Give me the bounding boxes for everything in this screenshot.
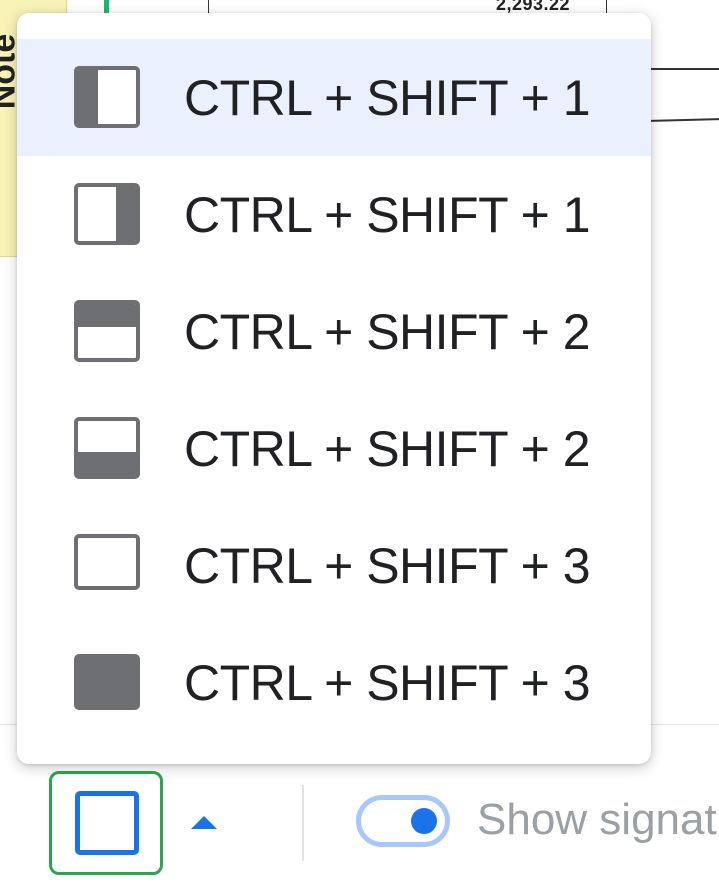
toolbar-divider	[302, 785, 304, 861]
document-rule	[650, 118, 719, 122]
layout-option-no-panel[interactable]: CTRL + SHIFT + 3	[17, 507, 651, 624]
layout-option-shortcut: CTRL + SHIFT + 2	[184, 421, 591, 477]
caret-up-icon[interactable]	[191, 816, 217, 829]
layout-option-shortcut: CTRL + SHIFT + 1	[184, 70, 591, 126]
show-signatures-label: Show signat	[477, 795, 717, 844]
panel-left-icon	[75, 791, 139, 855]
layout-option-full-panel[interactable]: CTRL + SHIFT + 3	[17, 624, 651, 741]
layout-option-shortcut: CTRL + SHIFT + 3	[184, 655, 591, 711]
layout-option-top-panel[interactable]: CTRL + SHIFT + 2	[17, 273, 651, 390]
show-signatures-toggle[interactable]	[356, 795, 450, 847]
layout-toggle-button[interactable]	[49, 771, 163, 875]
document-rule	[651, 68, 719, 70]
panel-bottom-icon	[74, 417, 140, 479]
layout-option-shortcut: CTRL + SHIFT + 3	[184, 538, 591, 594]
layout-option-left-panel[interactable]: CTRL + SHIFT + 1	[17, 39, 651, 156]
layout-option-bottom-panel[interactable]: CTRL + SHIFT + 2	[17, 390, 651, 507]
panel-full-icon	[74, 654, 140, 710]
panel-right-icon	[74, 183, 140, 245]
layout-dropdown-menu: CTRL + SHIFT + 1 CTRL + SHIFT + 1 CTRL +…	[17, 13, 651, 764]
panel-empty-icon	[74, 534, 140, 590]
toggle-knob	[411, 808, 437, 834]
panel-top-icon	[74, 300, 140, 362]
document-rule	[606, 0, 607, 14]
layout-option-shortcut: CTRL + SHIFT + 1	[184, 187, 591, 243]
layout-option-shortcut: CTRL + SHIFT + 2	[184, 304, 591, 360]
layout-option-right-panel[interactable]: CTRL + SHIFT + 1	[17, 156, 651, 273]
panel-left-icon	[74, 66, 140, 128]
